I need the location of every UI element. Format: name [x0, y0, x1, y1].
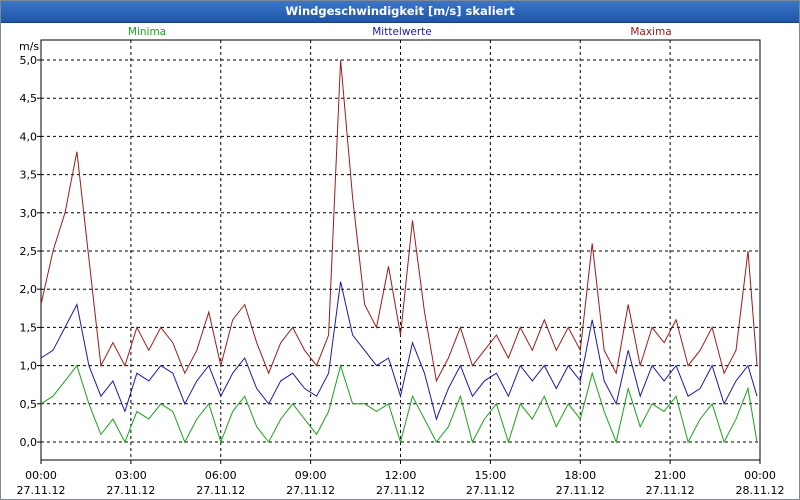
x-tick-time: 06:00: [205, 469, 237, 482]
x-tick-time: 03:00: [115, 469, 147, 482]
x-tick-time: 18:00: [564, 469, 596, 482]
x-tick-time: 00:00: [25, 469, 57, 482]
x-tick-time: 00:00: [744, 469, 776, 482]
legend-mittelwerte: Mittelwerte: [372, 26, 432, 38]
y-tick-label: 2,0: [20, 283, 38, 296]
legend-maxima: Maxima: [630, 26, 671, 38]
x-tick-date: 27.11.12: [17, 484, 66, 497]
y-tick-label: 4,0: [20, 130, 38, 143]
x-tick-date: 27.11.12: [556, 484, 605, 497]
y-tick-label: 1,5: [20, 321, 38, 334]
y-tick-label: 1,0: [20, 360, 38, 373]
x-tick-time: 15:00: [475, 469, 507, 482]
x-tick-time: 09:00: [295, 469, 327, 482]
x-tick-date: 27.11.12: [286, 484, 335, 497]
x-tick-time: 21:00: [654, 469, 686, 482]
y-axis-label: m/s: [19, 40, 39, 53]
y-tick-label: 3,5: [20, 169, 38, 182]
series-line-maxima: [40, 59, 758, 383]
y-tick-label: 2,5: [20, 245, 38, 258]
x-tick-date: 27.11.12: [106, 484, 155, 497]
chart-area: 0,0 0,5 1,0 1,5 2,0 2,5 3,0 3,5 4,0 4,5 5,0m/s 00:0…: [17, 26, 785, 497]
y-tick-label: 5,0: [20, 54, 38, 67]
x-tick-date: 27.11.12: [196, 484, 245, 497]
x-tick-date: 27.11.12: [466, 484, 515, 497]
y-tick-label: 3,0: [20, 207, 38, 220]
x-tick-date: 27.11.12: [376, 484, 425, 497]
y-tick-label: 4,5: [20, 92, 38, 105]
legend-minima: Minima: [128, 26, 166, 38]
y-tick-label: 0,0: [20, 436, 38, 449]
legend: Minima Mittelwerte Maxima: [128, 26, 672, 38]
y-tick-label: 0,5: [20, 398, 38, 411]
x-tick-time: 12:00: [385, 469, 417, 482]
x-tick-date: 27.11.12: [646, 484, 695, 497]
x-tick-date: 28.11.12: [736, 484, 785, 497]
